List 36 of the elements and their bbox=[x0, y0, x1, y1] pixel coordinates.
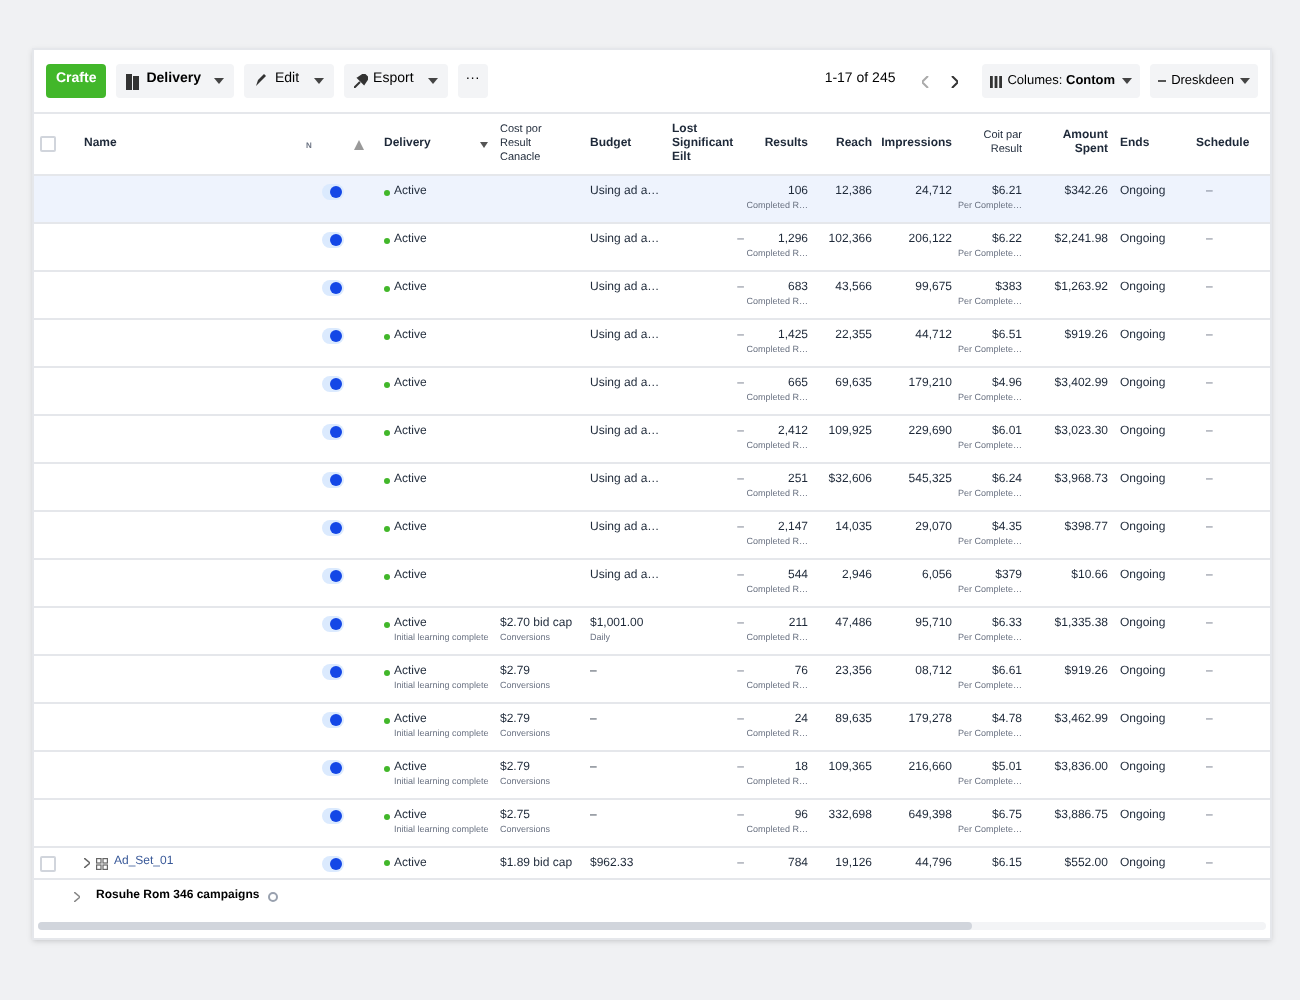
caret-icon bbox=[313, 77, 324, 85]
caret-icon bbox=[1121, 77, 1132, 85]
toggle-switch[interactable] bbox=[322, 855, 344, 871]
pin-icon bbox=[353, 74, 368, 88]
toggle-switch[interactable] bbox=[322, 184, 344, 200]
caret-icon bbox=[214, 77, 225, 85]
toggle-switch[interactable] bbox=[322, 232, 344, 248]
scrollbar-track[interactable] bbox=[38, 922, 1266, 930]
caret-icon bbox=[427, 77, 438, 85]
grid-icon bbox=[96, 857, 108, 869]
minus-icon bbox=[1157, 80, 1166, 82]
chevron-icon[interactable] bbox=[74, 891, 80, 901]
warning-icon bbox=[354, 139, 364, 149]
toggle-switch[interactable] bbox=[322, 808, 344, 824]
pencil-icon bbox=[254, 74, 269, 88]
chevron-icon[interactable] bbox=[84, 858, 90, 868]
toggle-switch[interactable] bbox=[322, 376, 344, 392]
toggle-switch[interactable] bbox=[322, 472, 344, 488]
scrollbar-thumb[interactable] bbox=[38, 922, 972, 930]
caret-icon bbox=[1240, 77, 1250, 85]
toggle-switch[interactable] bbox=[322, 616, 344, 632]
toggle-switch[interactable] bbox=[322, 424, 344, 440]
sort-icon[interactable] bbox=[480, 141, 488, 147]
toggle-switch[interactable] bbox=[322, 280, 344, 296]
row-checkbox[interactable] bbox=[40, 855, 56, 871]
select-all-checkbox[interactable] bbox=[40, 136, 56, 152]
toggle-switch[interactable] bbox=[322, 664, 344, 680]
toggle-switch[interactable] bbox=[322, 328, 344, 344]
chevron-right-icon[interactable] bbox=[950, 75, 959, 87]
toggle-switch[interactable] bbox=[322, 760, 344, 776]
toggle-switch[interactable] bbox=[322, 712, 344, 728]
toggle-switch[interactable] bbox=[322, 568, 344, 584]
document-icon bbox=[126, 73, 141, 89]
info-icon bbox=[267, 891, 278, 901]
columns-icon bbox=[989, 75, 1002, 87]
toggle-switch[interactable] bbox=[322, 520, 344, 536]
